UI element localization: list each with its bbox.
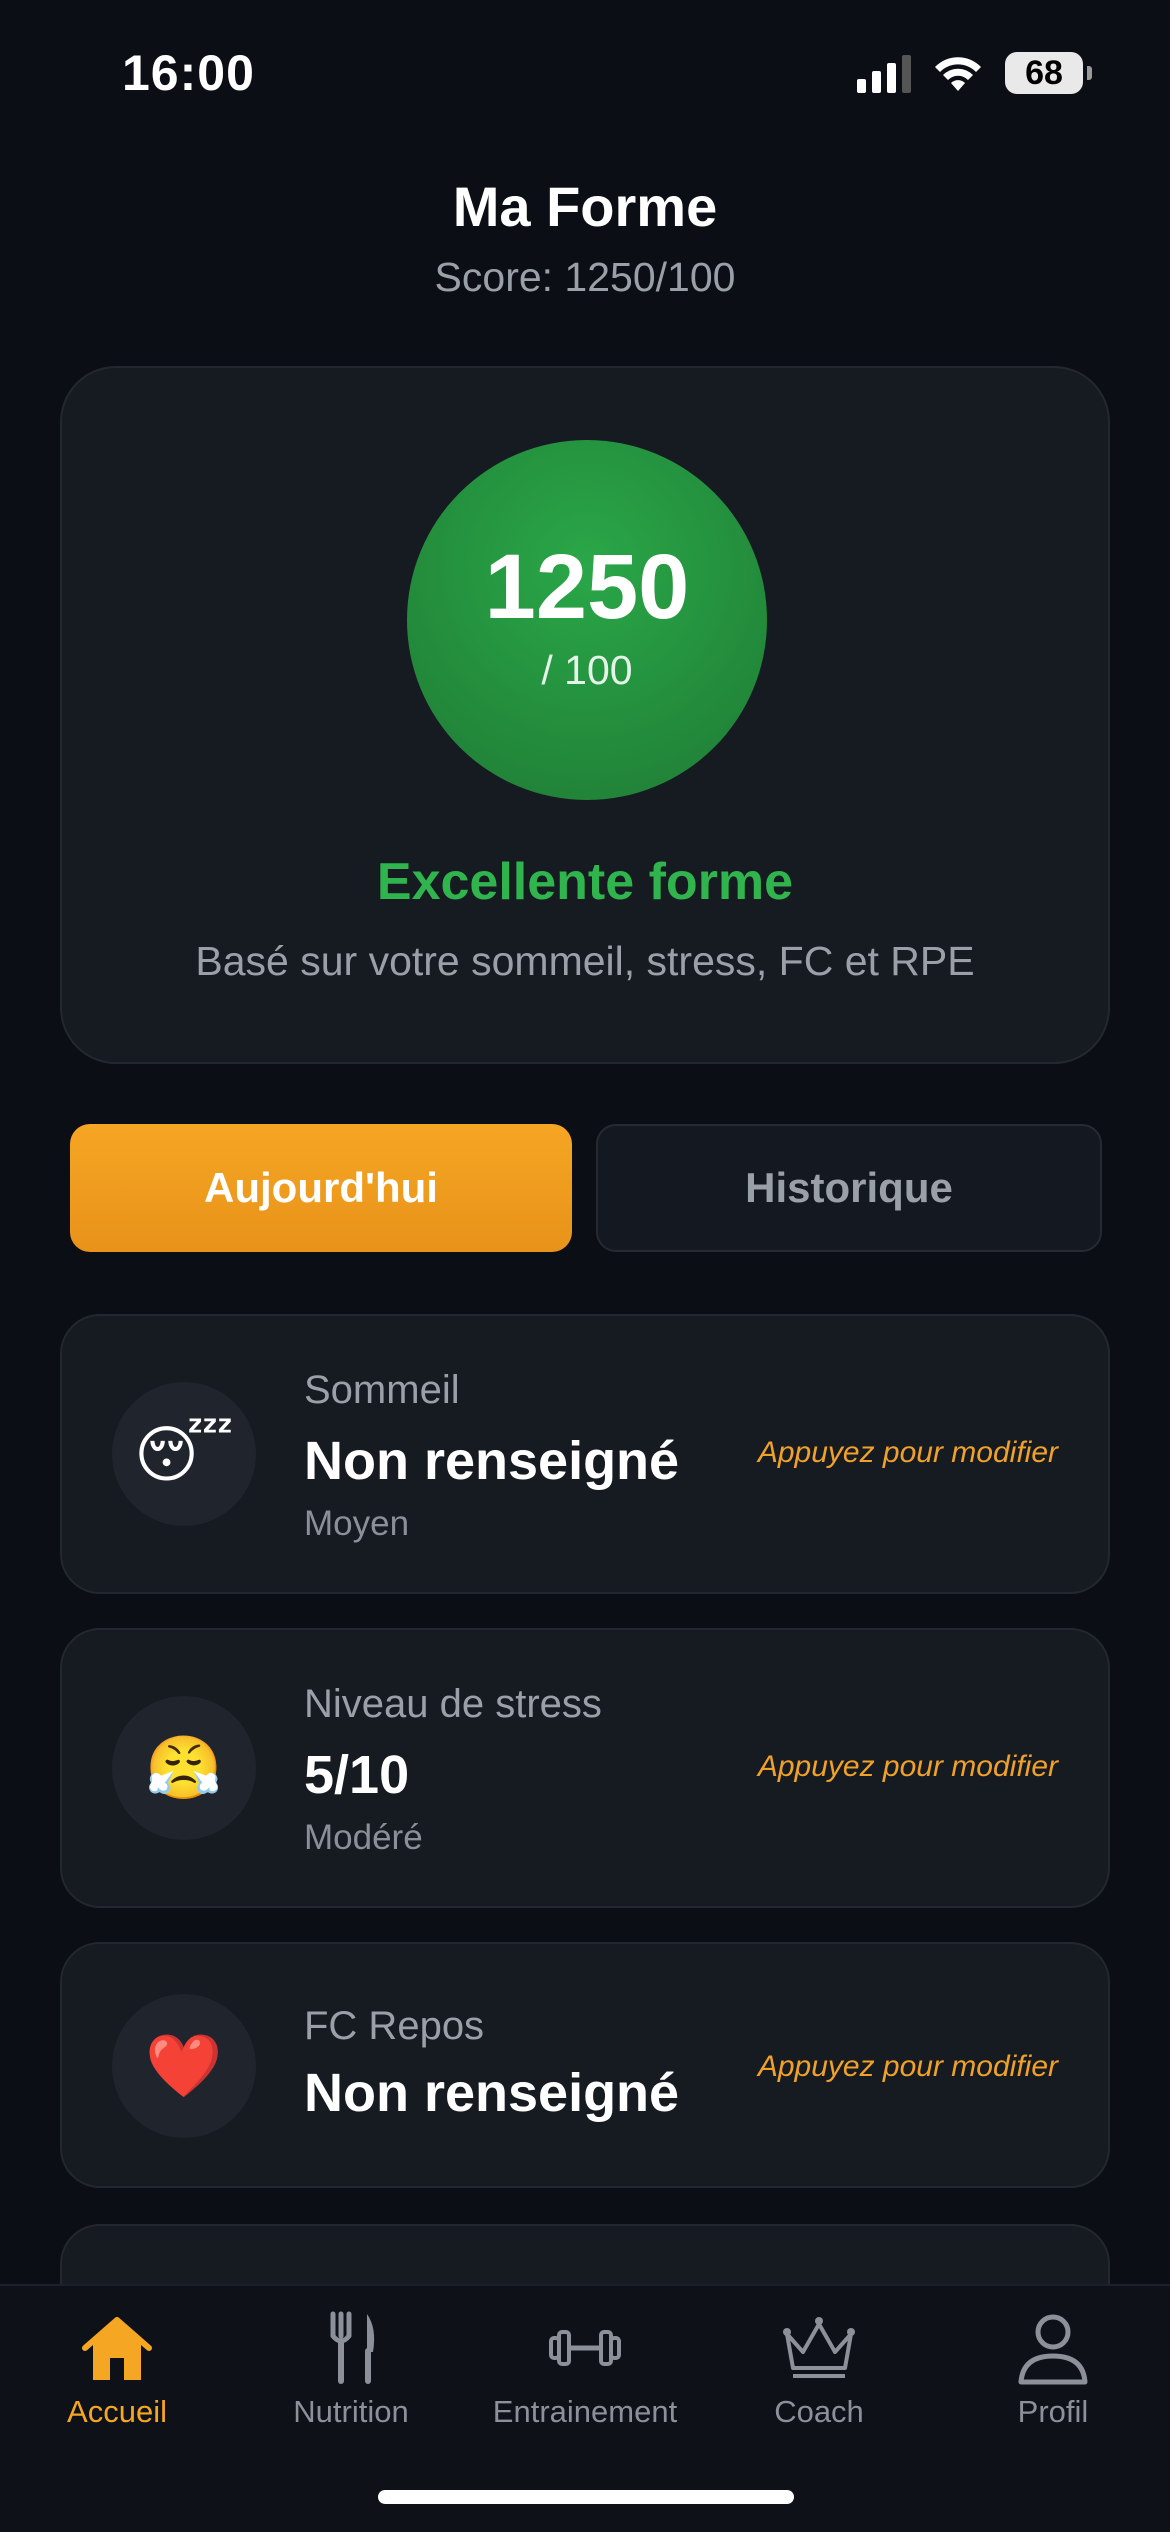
dumbbell-icon <box>549 2330 621 2366</box>
steam-face-icon: 😤 <box>112 1696 256 1840</box>
fork-knife-icon <box>330 2311 375 2384</box>
nav-item-home[interactable]: Accueil <box>0 2308 234 2458</box>
metric-value: 5/10 <box>304 1745 410 1805</box>
nav-label: Entrainement <box>492 2394 678 2429</box>
status-bar: 16:00 68 <box>0 0 1170 150</box>
tab-history[interactable]: Historique <box>596 1124 1102 1252</box>
edit-hint[interactable]: Appuyez pour modifier <box>758 1750 1058 1784</box>
metric-value: Non renseigné <box>304 2063 680 2123</box>
score-basis: Basé sur votre sommeil, stress, FC et RP… <box>195 938 975 984</box>
metric-sub: Moyen <box>304 1504 410 1543</box>
metric-card-sleep[interactable]: 😴 Sommeil Non renseigné Moyen Appuyez po… <box>60 1314 1110 1594</box>
battery-nub <box>1087 66 1092 80</box>
metric-label: Niveau de stress <box>304 1682 602 1726</box>
battery-icon: 68 <box>1005 52 1083 94</box>
score-value: 1250 <box>484 535 690 638</box>
metric-label: Sommeil <box>304 1368 460 1412</box>
tab-today[interactable]: Aujourd'hui <box>70 1124 572 1252</box>
wifi-icon <box>935 57 981 91</box>
edit-hint[interactable]: Appuyez pour modifier <box>758 2050 1058 2084</box>
battery-level: 68 <box>1025 53 1063 92</box>
screen: 16:00 68 Ma Forme Score: 1250/100 1250 / <box>0 0 1170 2532</box>
nav-label: Profil <box>1017 2394 1089 2429</box>
nav-item-nutrition[interactable]: Nutrition <box>234 2308 468 2458</box>
home-icon <box>82 2317 152 2380</box>
sleeping-face-icon: 😴 <box>112 1382 256 1526</box>
status-time: 16:00 <box>122 45 255 101</box>
battery-indicator: 68 <box>1005 52 1092 94</box>
home-indicator[interactable] <box>378 2490 794 2504</box>
metric-value: Non renseigné <box>304 1431 680 1491</box>
page-title: Ma Forme <box>452 175 718 238</box>
nav-item-coach[interactable]: Coach <box>702 2308 936 2458</box>
nav-label: Coach <box>774 2394 864 2429</box>
metric-card-resting-hr[interactable]: ❤️ FC Repos Non renseigné Appuyez pour m… <box>60 1942 1110 2188</box>
user-icon <box>1018 2314 1088 2385</box>
heart-icon: ❤️ <box>112 1994 256 2138</box>
cellular-signal-icon <box>857 53 911 93</box>
nav-item-training[interactable]: Entrainement <box>468 2308 702 2458</box>
metric-sub: Modéré <box>304 1818 423 1857</box>
crown-icon <box>783 2317 855 2378</box>
score-circle: 1250 / 100 <box>407 440 767 800</box>
status-icons: 68 <box>857 52 1092 94</box>
score-max: / 100 <box>541 646 633 693</box>
score-card: 1250 / 100 Excellente forme Basé sur vot… <box>60 366 1110 1064</box>
metric-card-stress[interactable]: 😤 Niveau de stress 5/10 Modéré Appuyez p… <box>60 1628 1110 1908</box>
score-status: Excellente forme <box>376 853 794 911</box>
nav-label: Nutrition <box>293 2394 409 2429</box>
nav-label: Accueil <box>67 2394 167 2429</box>
page-subtitle: Score: 1250/100 <box>434 254 736 300</box>
metric-label: FC Repos <box>304 2004 485 2048</box>
edit-hint[interactable]: Appuyez pour modifier <box>758 1436 1058 1470</box>
period-tabs: Aujourd'hui Historique <box>70 1124 1102 1252</box>
nav-item-profile[interactable]: Profil <box>936 2308 1170 2458</box>
